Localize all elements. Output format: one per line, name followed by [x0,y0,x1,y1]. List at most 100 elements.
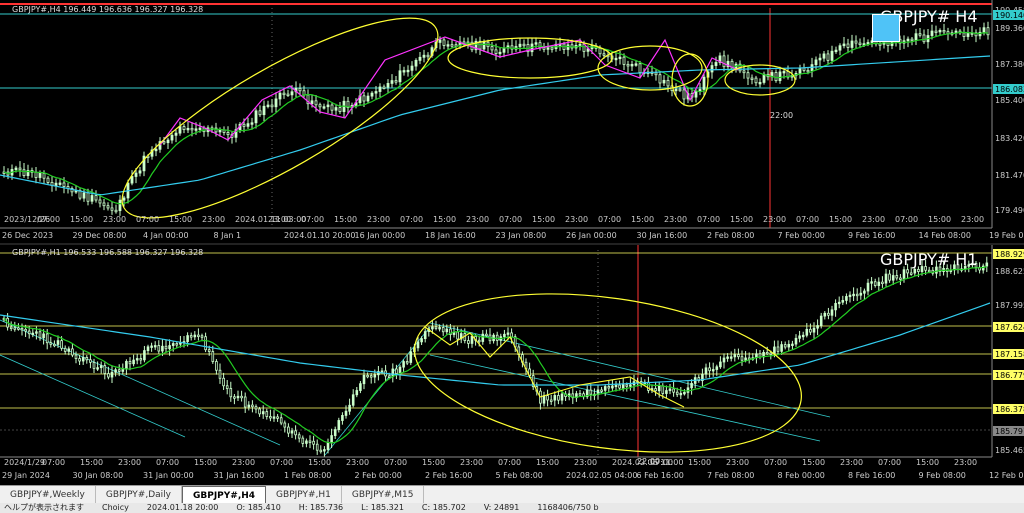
candle-body [855,293,859,297]
h4-chart-pane[interactable]: GBPJPY#,H4 196.449 196.636 196.327 196.3… [0,0,1024,245]
candle-body [622,56,626,65]
candle-body [369,375,373,378]
h1-hour-label: 23:00 [118,458,141,467]
candle-body [138,170,142,174]
candle-body [634,63,638,66]
candle-body [154,148,158,152]
chart-tab-1[interactable]: GBPJPY#,Daily [96,486,182,504]
candle-body [906,38,910,42]
candle-body [787,343,791,348]
candle-body [702,76,706,90]
candle-body [110,207,114,211]
candle-body [711,369,715,372]
candle-body [117,369,121,372]
h4-hour-label: 15:00 [169,215,192,224]
candle-body [20,328,24,331]
candle-body [746,72,750,79]
candle-body [665,390,668,394]
candle-body [848,294,852,298]
candle-body [737,354,740,358]
h1-hour-label: 15:00 [802,458,825,467]
candle-body [390,80,394,84]
candle-body [49,342,53,345]
candle-body [863,290,866,294]
candle-body [909,272,913,275]
candle-body [431,326,434,330]
candle-body [359,383,362,391]
candle-body [366,374,369,378]
candle-body [312,440,315,445]
candle-body [765,352,769,355]
candle-body [333,429,337,436]
candle-body [438,39,442,43]
candle-body [266,104,270,107]
candle-body [985,262,989,267]
candle-body [888,273,891,281]
candle-body [842,43,846,47]
candle-body [758,82,762,85]
chart-tab-4[interactable]: GBPJPY#,M15 [342,486,425,504]
candle-body [614,384,618,388]
candle-body [662,79,666,84]
candle-body [222,377,225,387]
h4-hour-label: 07:00 [598,215,621,224]
candle-body [490,46,494,51]
h1-chart-canvas[interactable]: GBPJPY#,H1 196.533 196.588 196.327 196.3… [0,245,1024,485]
h4-hour-label: 07:00 [136,215,159,224]
candle-body [373,374,377,378]
candle-body [270,104,274,108]
status-field-7: V: 24891 [483,503,520,512]
candle-body [74,354,78,359]
h1-chart-pane[interactable]: GBPJPY#,H1 196.533 196.588 196.327 196.3… [0,245,1024,485]
candle-body [914,33,918,41]
candle-body [283,422,287,428]
candle-body [674,88,678,92]
candle-body [58,182,62,185]
candle-body [626,63,630,67]
h1-price-label: 188.625 [995,267,1024,276]
h4-hour-label: 15:00 [631,215,654,224]
candle-body [157,345,161,352]
status-field-3: O: 185.410 [236,503,281,512]
candle-body [834,49,838,53]
candle-body [798,335,801,339]
status-field-5: L: 185.321 [361,503,404,512]
h4-date-label: 2024.01.10 20:00 [284,231,355,240]
candle-body [186,335,189,342]
candle-body [214,127,218,133]
candle-body [678,88,682,92]
h4-date-label: 9 Feb 16:00 [848,231,895,240]
h4-chart-canvas[interactable]: GBPJPY#,H4 196.449 196.636 196.327 196.3… [0,0,1024,245]
candle-body [322,106,326,109]
candle-body [168,345,171,350]
h1-hour-label: 07:00 [270,458,293,467]
chart-tab-3[interactable]: GBPJPY#,H1 [266,486,342,504]
candle-body [719,361,722,368]
candle-body [482,41,486,50]
status-field-0: ヘルプが表示されます [4,503,84,512]
chart-tab-0[interactable]: GBPJPY#,Weekly [0,486,96,504]
h1-date-label: 31 Jan 00:00 [143,471,194,480]
h1-hour-label: 15:00 [80,458,103,467]
candle-body [818,57,822,61]
candle-body [618,384,621,389]
trend-channel-annotation [121,17,439,219]
status-field-1: Choicy [102,503,129,512]
h4-price-label: 189.360 [995,24,1024,33]
candle-body [802,67,806,71]
h1-date-label: 31 Jan 16:00 [214,471,265,480]
candle-body [778,71,782,81]
h4-hour-label: 23:00 [367,215,390,224]
chart-tab-bar: GBPJPY#,Weekly GBPJPY#,Daily GBPJPY#,H4 GBP… [0,485,1024,505]
candle-body [27,330,31,335]
candle-body [102,202,106,207]
candle-body [826,53,830,61]
candle-body [445,328,449,333]
candle-body [682,89,686,100]
candle-body [13,327,17,330]
candle-body [258,408,261,415]
candle-body [38,172,42,178]
candle-body [812,327,816,333]
h4-date-label: 26 Dec 2023 [2,231,53,240]
candle-body [107,373,110,378]
